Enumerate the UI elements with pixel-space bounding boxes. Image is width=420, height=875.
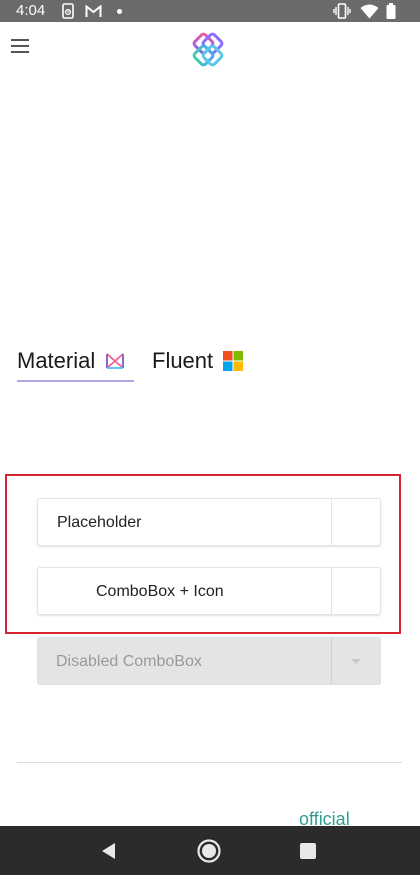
section-divider [17, 762, 402, 763]
combobox-dropdown-button[interactable] [332, 499, 380, 545]
status-time: 4:04 [16, 2, 46, 19]
combobox-with-icon[interactable]: ComboBox + Icon [37, 567, 381, 615]
combobox-with-icon-text: ComboBox + Icon [96, 583, 224, 600]
home-icon[interactable] [196, 838, 222, 864]
combobox-placeholder-text: Placeholder [57, 514, 142, 531]
recents-icon[interactable] [295, 838, 321, 864]
tab-selected-indicator [17, 380, 134, 382]
phone-sync-icon [60, 3, 76, 19]
combobox-disabled-text: Disabled ComboBox [56, 653, 202, 670]
wifi-icon [359, 3, 379, 19]
combobox-disabled: Disabled ComboBox [37, 637, 381, 685]
system-navigation-bar [0, 826, 420, 875]
hamburger-menu-icon[interactable] [11, 39, 31, 55]
status-bar: 4:04 [0, 0, 420, 22]
combobox-placeholder[interactable]: Placeholder [37, 498, 381, 546]
app-header [0, 22, 420, 78]
tab-material[interactable]: Material [17, 340, 134, 382]
back-icon[interactable] [96, 838, 122, 864]
vibrate-icon [333, 3, 351, 19]
tab-material-label: Material [17, 348, 96, 373]
tab-fluent-label: Fluent [152, 348, 214, 373]
chevron-down-icon [351, 658, 361, 664]
gmail-icon [84, 3, 102, 19]
notification-dot-icon [116, 3, 122, 19]
app-logo-icon [189, 31, 227, 69]
battery-icon [385, 3, 397, 19]
windows-logo-icon [223, 351, 244, 371]
tab-fluent[interactable]: Fluent [152, 340, 252, 382]
material-logo-icon [105, 351, 125, 371]
combobox-dropdown-button [332, 638, 380, 684]
combobox-dropdown-button[interactable] [332, 568, 380, 614]
